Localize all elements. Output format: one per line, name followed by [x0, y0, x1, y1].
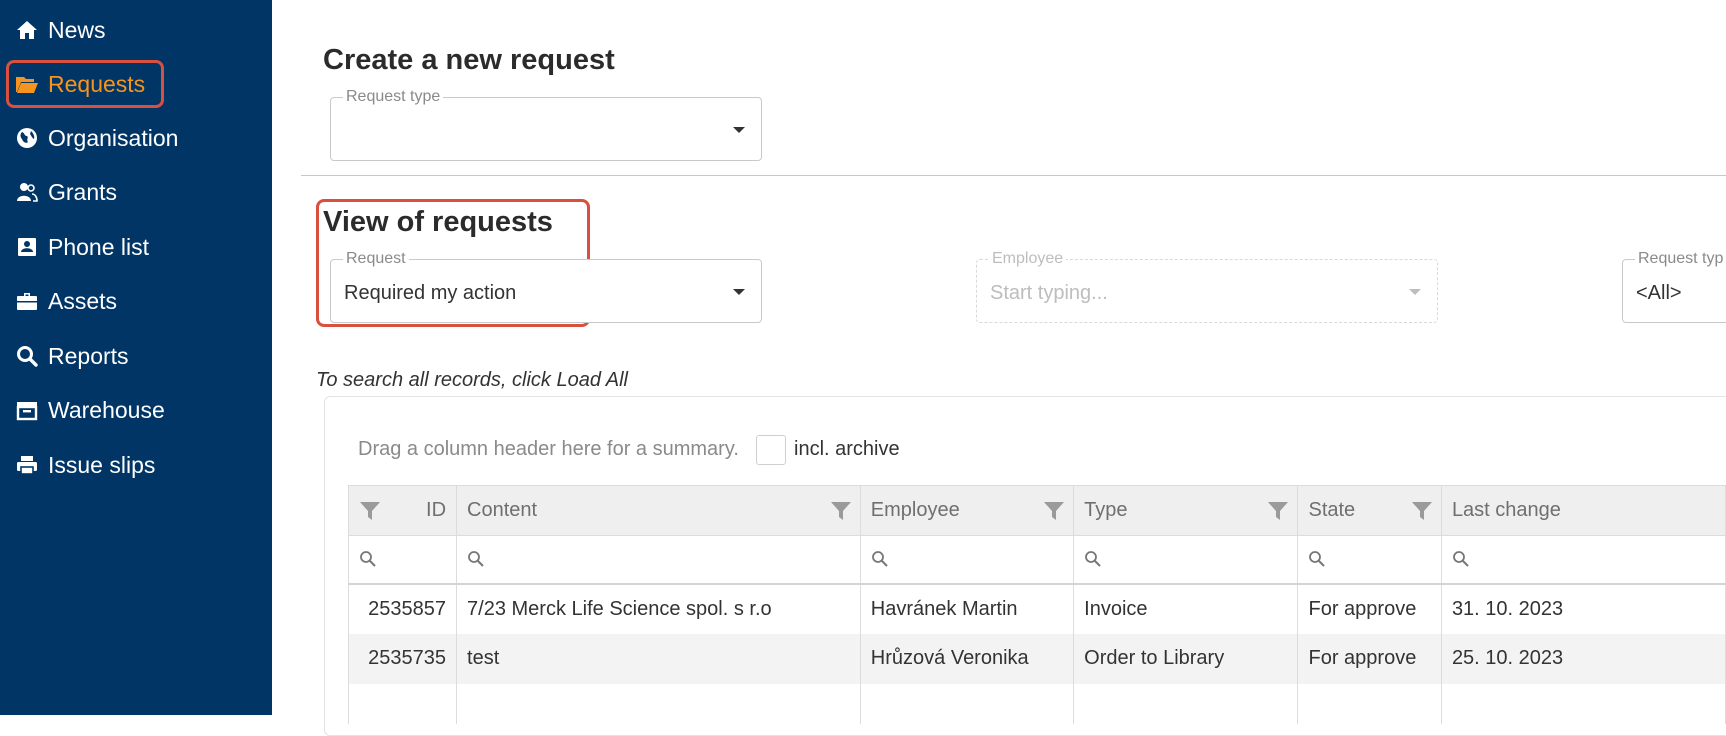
- search-icon: [1309, 551, 1326, 568]
- group-panel-hint: Drag a column header here for a summary.: [358, 438, 739, 460]
- users-icon: [14, 179, 40, 205]
- filter-cell-content[interactable]: [456, 535, 861, 585]
- filter-cell-id[interactable]: [347, 535, 458, 585]
- filter-icon[interactable]: [1411, 501, 1433, 521]
- column-header-state[interactable]: State: [1297, 485, 1442, 536]
- employee-placeholder: Start typing...: [990, 282, 1108, 304]
- home-icon: [14, 17, 40, 43]
- sidebar-item-label: Requests: [48, 70, 146, 97]
- sidebar-item-reports[interactable]: Reports: [14, 334, 254, 378]
- search-icon: [468, 551, 484, 568]
- search-icon: [1453, 551, 1469, 568]
- cell-last-change: 31. 10. 2023: [1441, 583, 1726, 634]
- search-icon: [360, 551, 376, 568]
- globe-icon: [14, 125, 40, 151]
- chevron-down-icon[interactable]: [733, 127, 745, 133]
- sidebar-item-label: Issue slips: [48, 451, 156, 478]
- sidebar-item-grants[interactable]: Grants: [14, 170, 254, 214]
- cell-content: test: [456, 633, 861, 684]
- request-type-select[interactable]: Request type: [330, 88, 762, 161]
- sidebar-item-issue-slips[interactable]: Issue slips: [14, 443, 254, 487]
- sidebar-item-label: Phone list: [48, 233, 150, 260]
- employee-label: Employee: [989, 250, 1067, 268]
- sidebar-item-assets[interactable]: Assets: [14, 279, 254, 323]
- sidebar-item-phone-list[interactable]: Phone list: [14, 225, 254, 269]
- include-archive-checkbox[interactable]: [756, 435, 786, 465]
- folder-open-icon: [14, 71, 40, 97]
- sidebar-item-label: Warehouse: [48, 396, 165, 423]
- filter-icon[interactable]: [1267, 501, 1289, 521]
- section-divider: [301, 175, 1726, 176]
- cell-id: 2535735: [347, 633, 458, 684]
- request-type-filter-label: Request typ: [1635, 250, 1726, 268]
- request-filter-value: Required my action: [344, 282, 517, 304]
- sidebar-item-label: Reports: [48, 342, 129, 369]
- column-header-last-change[interactable]: Last change: [1441, 485, 1726, 536]
- cell-employee: Havránek Martin: [860, 583, 1075, 634]
- search-icon: [14, 343, 40, 369]
- printer-icon: [14, 452, 40, 478]
- filter-cell-last-change[interactable]: [1441, 535, 1726, 585]
- sidebar-item-label: News: [48, 16, 106, 43]
- search-icon: [1085, 551, 1101, 568]
- request-filter-label: Request: [343, 250, 409, 268]
- request-type-label: Request type: [343, 88, 444, 106]
- employee-field[interactable]: Employee Start typing...: [976, 250, 1438, 323]
- include-archive-label: incl. archive: [794, 438, 900, 460]
- sidebar-item-warehouse[interactable]: Warehouse: [14, 388, 254, 432]
- filter-icon[interactable]: [830, 501, 852, 521]
- column-header-content[interactable]: Content: [456, 485, 861, 536]
- request-filter-select[interactable]: Request Required my action: [330, 250, 762, 323]
- create-request-title: Create a new request: [323, 44, 615, 76]
- cell-id: 2535857: [347, 583, 458, 634]
- cell-content: 7/23 Merck Life Science spol. s r.o: [456, 583, 861, 634]
- cell-type: Order to Library: [1073, 633, 1299, 684]
- briefcase-icon: [14, 288, 40, 314]
- request-type-filter-select[interactable]: Request typ <All>: [1622, 250, 1726, 323]
- request-type-filter-value: <All>: [1636, 282, 1682, 304]
- sidebar: News Requests Organisation Grants Phone …: [0, 0, 272, 715]
- load-all-hint: To search all records, click Load All: [316, 369, 628, 391]
- table-row[interactable]: 2535857 7/23 Merck Life Science spol. s …: [347, 583, 1726, 634]
- cell-state: For approve: [1297, 583, 1442, 634]
- view-requests-title: View of requests: [323, 206, 553, 238]
- sidebar-item-news[interactable]: News: [14, 8, 254, 52]
- filter-icon[interactable]: [359, 501, 381, 521]
- table-header-row: ID Content Employee Type State Last chan…: [347, 485, 1726, 536]
- cell-state: For approve: [1297, 633, 1442, 684]
- filter-cell-type[interactable]: [1073, 535, 1299, 585]
- table-empty-row: [347, 683, 1726, 724]
- table-row[interactable]: 2535735 test Hrůzová Veronika Order to L…: [347, 633, 1726, 684]
- search-icon: [871, 551, 888, 568]
- column-header-type[interactable]: Type: [1073, 485, 1299, 536]
- cell-employee: Hrůzová Veronika: [860, 633, 1075, 684]
- column-header-id[interactable]: ID: [347, 485, 458, 536]
- table-filter-row: [347, 535, 1726, 585]
- filter-icon[interactable]: [1043, 501, 1065, 521]
- sidebar-item-label: Assets: [48, 287, 118, 314]
- contact-card-icon: [14, 234, 40, 260]
- column-header-employee[interactable]: Employee: [860, 485, 1075, 536]
- cell-last-change: 25. 10. 2023: [1441, 633, 1726, 684]
- sidebar-item-label: Grants: [48, 178, 118, 205]
- filter-cell-state[interactable]: [1297, 535, 1442, 585]
- filter-cell-employee[interactable]: [860, 535, 1075, 585]
- sidebar-item-label: Organisation: [48, 124, 179, 151]
- cell-type: Invoice: [1073, 583, 1299, 634]
- sidebar-item-organisation[interactable]: Organisation: [14, 116, 254, 160]
- requests-table: ID Content Employee Type State Last chan…: [347, 485, 1726, 724]
- warehouse-icon: [14, 397, 40, 423]
- chevron-down-icon[interactable]: [1409, 289, 1421, 295]
- sidebar-item-requests[interactable]: Requests: [14, 62, 254, 106]
- chevron-down-icon[interactable]: [733, 289, 745, 295]
